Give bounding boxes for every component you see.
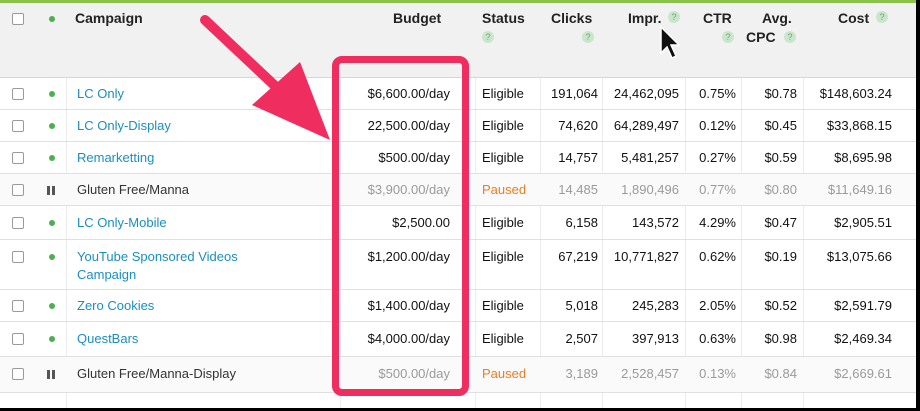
annotation-arrow-icon [200,15,330,140]
campaign-table: Campaign Budget Status ? Clicks ? Impr. … [0,0,916,408]
mouse-cursor-icon [660,25,681,60]
screen: Campaign Budget Status ? Clicks ? Impr. … [0,0,920,411]
